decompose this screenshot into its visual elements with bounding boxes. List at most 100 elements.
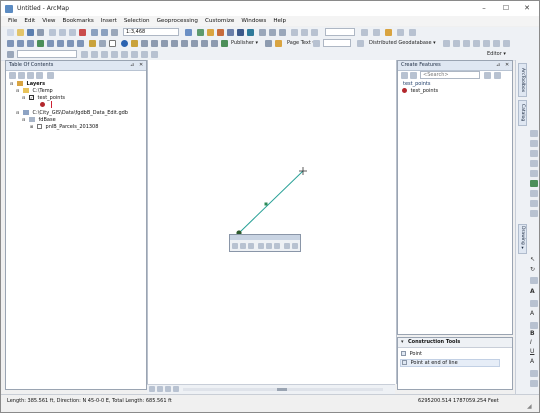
map-scale-field[interactable]: 1:3,468	[123, 28, 179, 36]
panel-close-icon[interactable]: ✕	[505, 61, 509, 70]
checkout-icon[interactable]	[493, 40, 500, 47]
back-extent-icon[interactable]	[67, 40, 74, 47]
right-angle-icon[interactable]	[258, 243, 264, 249]
collapse-icon[interactable]: ⊟	[10, 81, 13, 86]
template-options-icon[interactable]	[494, 72, 501, 79]
toc-fdbase-row[interactable]: ⊟ fdBase	[10, 116, 128, 123]
font-select-icon[interactable]	[530, 322, 538, 329]
construction-tool-point-at-end-of-line[interactable]: Point at end of line	[400, 359, 500, 367]
page-text-option-icon[interactable]	[313, 40, 320, 47]
list-by-selection-icon[interactable]	[36, 72, 43, 79]
publisher-dropdown[interactable]: Publisher ▾	[231, 39, 258, 48]
delete-icon[interactable]	[79, 29, 86, 36]
time-slider-icon[interactable]	[191, 40, 198, 47]
page-text-field[interactable]	[323, 39, 351, 47]
pause-drawing-icon[interactable]	[173, 386, 179, 392]
toc-gdb-row[interactable]: ⊟ C:\City_GIS\Data\fgdbB_Data_Edit.gdb	[10, 109, 128, 116]
construction-toolbar-grip[interactable]	[230, 235, 300, 240]
resize-grip-icon[interactable]: ◢	[527, 403, 532, 410]
collapse-icon[interactable]: ⊟	[22, 117, 25, 122]
menu-bookmarks[interactable]: Bookmarks	[63, 18, 94, 24]
line-color-icon[interactable]	[530, 370, 538, 377]
paste-icon[interactable]	[69, 29, 76, 36]
cut-polygons-icon[interactable]	[111, 51, 118, 58]
sketch-properties-icon[interactable]	[91, 51, 98, 58]
attribute-icon[interactable]	[81, 51, 88, 58]
synchronize-icon[interactable]	[453, 40, 460, 47]
zoom-out-fixed-icon[interactable]	[269, 29, 276, 36]
arctoolbox-tab[interactable]: ArcToolbox	[518, 63, 527, 97]
maximize-button[interactable]: ☐	[495, 1, 517, 15]
select-elements-arrow-icon[interactable]: ↖	[530, 256, 535, 263]
close-button[interactable]: ✕	[516, 1, 538, 15]
find-icon[interactable]	[161, 40, 168, 47]
layout-pan-icon[interactable]	[301, 29, 308, 36]
layout-refresh-icon[interactable]	[361, 29, 368, 36]
import-changes-icon[interactable]	[473, 40, 480, 47]
toc-layers-row[interactable]: ⊟ Layers	[10, 80, 128, 87]
publisher-settings-icon[interactable]	[265, 40, 272, 47]
marker-color-icon[interactable]	[530, 380, 538, 387]
menu-geoprocessing[interactable]: Geoprocessing	[157, 18, 198, 24]
new-document-icon[interactable]	[7, 29, 14, 36]
hyperlink-icon[interactable]	[131, 40, 138, 47]
replica-manager-icon[interactable]	[483, 40, 490, 47]
menu-windows[interactable]: Windows	[241, 18, 266, 24]
globe-full-extent-icon[interactable]	[37, 40, 44, 47]
editor-dropdown[interactable]: Editor ▾	[487, 50, 506, 59]
editor-toolbar-icon[interactable]	[185, 29, 192, 36]
expand-icon[interactable]: ⊞	[30, 124, 33, 129]
shape-tool-icon[interactable]	[530, 277, 538, 284]
measure-icon[interactable]	[151, 40, 158, 47]
identify-icon[interactable]	[121, 40, 128, 47]
menu-file[interactable]: File	[8, 18, 17, 24]
select-elements-icon[interactable]	[109, 40, 116, 47]
drawing-toolbar-tab[interactable]: Drawing ▾	[518, 224, 527, 254]
toc-options-icon[interactable]	[47, 72, 54, 79]
collapse-icon[interactable]: ⊟	[16, 88, 19, 93]
trace-icon[interactable]	[248, 243, 254, 249]
map-display[interactable]	[147, 60, 397, 384]
italic-icon[interactable]: I	[530, 339, 532, 346]
attributes-window-icon[interactable]	[141, 51, 148, 58]
filter-templates-icon[interactable]	[410, 72, 417, 79]
layout-draft-icon[interactable]	[373, 29, 380, 36]
menu-insert[interactable]: Insert	[101, 18, 117, 24]
refresh-view-icon[interactable]	[165, 386, 171, 392]
search-window-icon[interactable]	[217, 29, 224, 36]
fill-color-icon[interactable]	[530, 300, 538, 307]
collapse-icon[interactable]: ⊟	[16, 110, 19, 115]
end-point-arc-icon[interactable]	[240, 243, 246, 249]
zoom-out-icon[interactable]	[17, 40, 24, 47]
template-item[interactable]: test_points	[402, 88, 438, 95]
drawing-tool-8-icon[interactable]	[530, 200, 538, 207]
pan-icon[interactable]	[27, 40, 34, 47]
viewer-window-icon[interactable]	[201, 40, 208, 47]
layout-extra-icon[interactable]	[409, 29, 416, 36]
split-icon[interactable]	[121, 51, 128, 58]
highlight-text-icon[interactable]: A	[530, 358, 534, 365]
layer-selector-field[interactable]	[17, 50, 77, 58]
layout-page-icon[interactable]	[311, 29, 318, 36]
distance-distance-icon[interactable]	[274, 243, 280, 249]
fixed-zoom-in-icon[interactable]	[47, 40, 54, 47]
search-go-icon[interactable]	[484, 72, 491, 79]
panel-pin-icon[interactable]: ⊿	[496, 61, 500, 70]
layout-view-icon[interactable]	[157, 386, 163, 392]
reshape-icon[interactable]	[101, 51, 108, 58]
cut-icon[interactable]	[49, 29, 56, 36]
list-by-drawing-order-icon[interactable]	[9, 72, 16, 79]
toc-parcels-row[interactable]: ⊞ pnlB_Parcels_201308	[10, 123, 128, 130]
redo-icon[interactable]	[101, 29, 108, 36]
model-builder-icon[interactable]	[247, 29, 254, 36]
zoom-in-fixed-icon[interactable]	[259, 29, 266, 36]
underline-icon[interactable]: U	[530, 348, 534, 355]
table-of-contents-icon[interactable]	[197, 29, 204, 36]
go-to-xy-icon[interactable]	[181, 40, 188, 47]
layout-zoom-field[interactable]	[325, 28, 355, 36]
zoom-in-icon[interactable]	[7, 40, 14, 47]
find-route-icon[interactable]	[171, 40, 178, 47]
arctoolbox-icon[interactable]	[227, 29, 234, 36]
bold-icon[interactable]: B	[530, 330, 535, 337]
catalog-icon[interactable]	[207, 29, 214, 36]
